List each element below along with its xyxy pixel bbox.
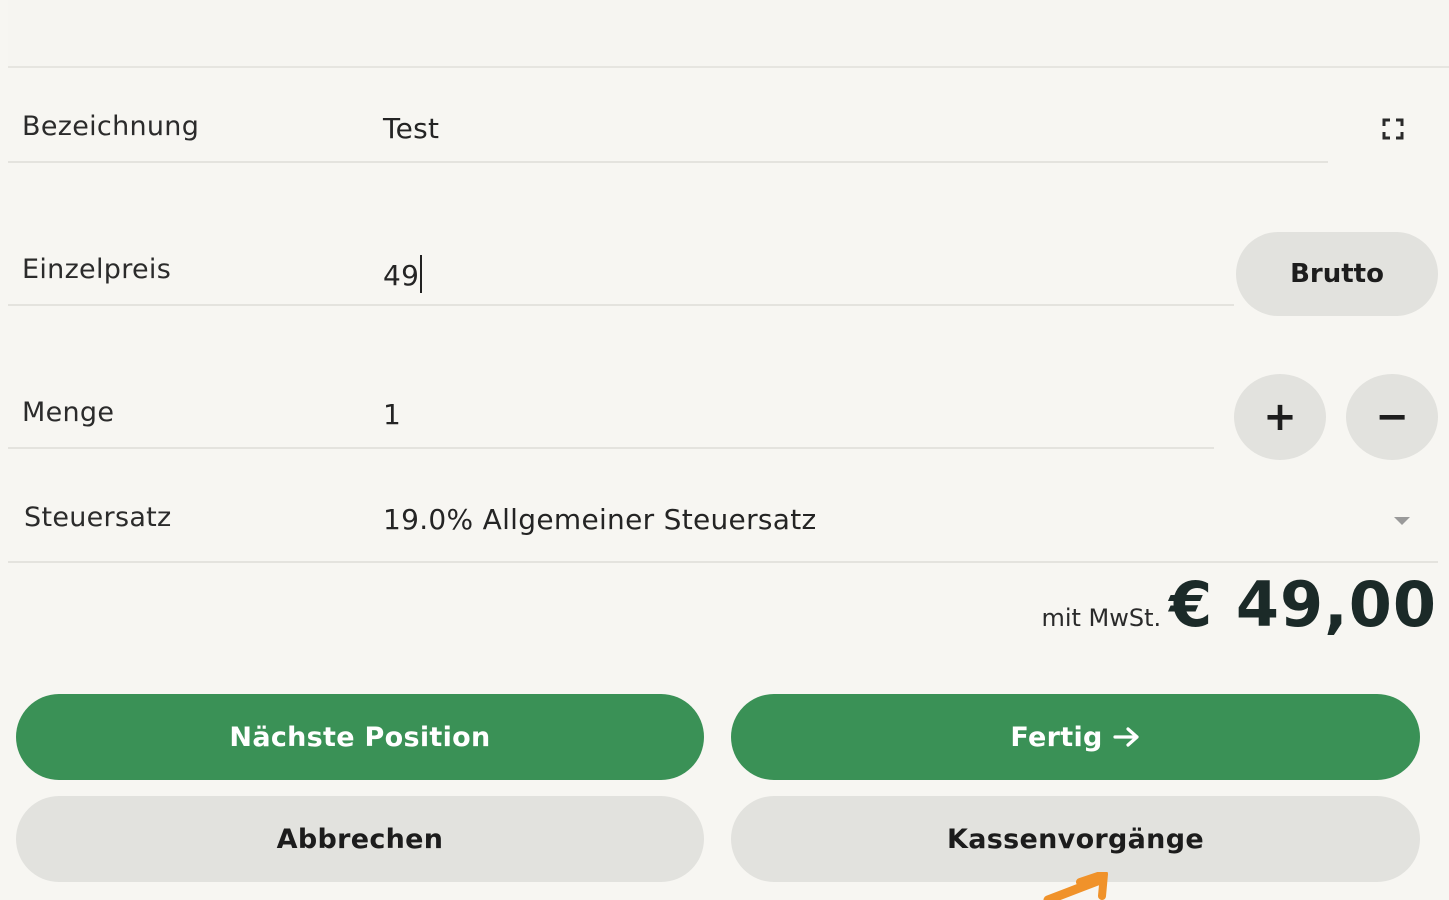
- expand-icon[interactable]: [1382, 118, 1404, 140]
- total-tax-suffix: mit MwSt.: [1041, 604, 1162, 632]
- done-button[interactable]: Fertig: [731, 694, 1420, 780]
- next-position-button[interactable]: Nächste Position: [16, 694, 704, 780]
- total-amount: € 49,00: [1169, 568, 1437, 641]
- einzelpreis-input[interactable]: 49: [383, 255, 423, 293]
- article-entry-form: Bezeichnung Test Einzelpreis 49 Brutto M…: [0, 0, 1449, 900]
- quantity-decrement-button[interactable]: −: [1346, 374, 1438, 460]
- bezeichnung-input[interactable]: Test: [383, 112, 439, 145]
- arrow-right-icon: [1113, 726, 1141, 748]
- einzelpreis-label: Einzelpreis: [22, 254, 172, 285]
- plus-icon: +: [1263, 394, 1297, 440]
- steuersatz-label: Steuersatz: [24, 502, 172, 533]
- einzelpreis-underline: [8, 304, 1234, 306]
- total-display: mit MwSt. € 49,00: [1041, 568, 1437, 641]
- menge-underline: [8, 447, 1214, 449]
- header-bar: [8, 0, 1449, 68]
- bezeichnung-label: Bezeichnung: [22, 111, 200, 142]
- brutto-toggle-button[interactable]: Brutto: [1236, 232, 1438, 316]
- cancel-label: Abbrechen: [276, 823, 444, 855]
- cash-operations-label: Kassenvorgänge: [947, 823, 1204, 855]
- einzelpreis-value: 49: [383, 259, 420, 292]
- chevron-down-icon[interactable]: [1392, 512, 1412, 525]
- done-label: Fertig: [1010, 721, 1103, 753]
- next-position-label: Nächste Position: [229, 721, 491, 753]
- steuersatz-underline: [8, 561, 1438, 563]
- cash-operations-button[interactable]: Kassenvorgänge: [731, 796, 1420, 882]
- annotation-arrow-icon: [1040, 870, 1110, 900]
- minus-icon: −: [1375, 394, 1409, 440]
- cancel-button[interactable]: Abbrechen: [16, 796, 704, 882]
- bezeichnung-underline: [8, 161, 1328, 163]
- steuersatz-select[interactable]: 19.0% Allgemeiner Steuersatz: [383, 503, 817, 536]
- text-caret: [420, 255, 423, 293]
- quantity-increment-button[interactable]: +: [1234, 374, 1326, 460]
- menge-label: Menge: [22, 397, 115, 428]
- menge-input[interactable]: 1: [383, 398, 401, 431]
